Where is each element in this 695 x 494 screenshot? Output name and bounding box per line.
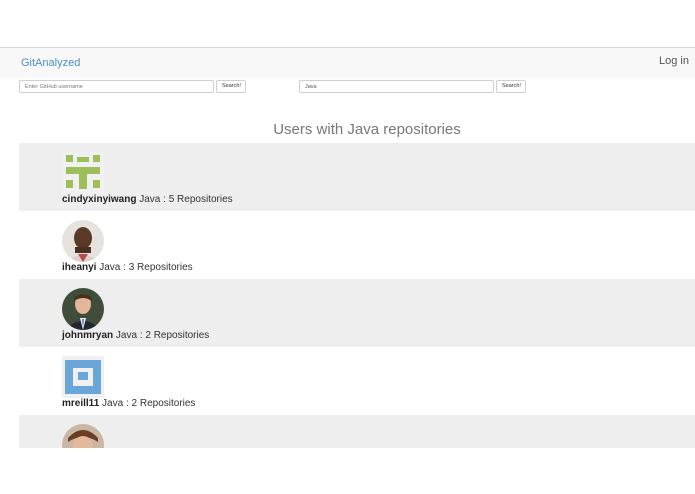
language-label: Java: [99, 262, 121, 273]
repo-count: : 2 Repositories: [125, 398, 196, 409]
username-link[interactable]: johnmryan: [62, 330, 113, 341]
username-search-input[interactable]: Enter GitHub username: [19, 80, 214, 93]
user-caption: cindyxinyiwang Java : 5 Repositories: [62, 194, 233, 205]
username-link[interactable]: cindyxinyiwang: [62, 194, 136, 205]
language-label: Java: [139, 194, 161, 205]
repo-count: : 5 Repositories: [163, 194, 233, 205]
user-photo-avatar[interactable]: [62, 288, 104, 330]
user-photo-avatar[interactable]: [62, 424, 104, 448]
repo-count: : 3 Repositories: [123, 262, 193, 273]
username-search-button[interactable]: Search!: [216, 80, 246, 93]
page-title: Users with Java repositories: [273, 121, 461, 138]
list-item[interactable]: mreill11 Java : 2 Repositories: [19, 347, 695, 415]
repo-count: : 2 Repositories: [139, 330, 210, 341]
login-link[interactable]: Log in: [659, 55, 689, 67]
user-list: cindyxinyiwang Java : 5 Repositories ihe…: [19, 143, 695, 448]
username-link[interactable]: mreill11: [62, 398, 99, 409]
list-item[interactable]: [19, 415, 695, 448]
list-item[interactable]: iheanyi Java : 3 Repositories: [19, 211, 695, 279]
language-search-input[interactable]: Java: [299, 80, 494, 93]
language-label: Java: [115, 330, 138, 341]
identicon-blue-avatar[interactable]: [62, 356, 104, 398]
list-item[interactable]: johnmryan Java : 2 Repositories: [19, 279, 695, 347]
list-item[interactable]: cindyxinyiwang Java : 5 Repositories: [19, 143, 695, 211]
brand-link[interactable]: GitAnalyzed: [21, 57, 80, 69]
navbar: GitAnalyzed Log in: [0, 47, 695, 78]
user-caption: johnmryan Java : 2 Repositories: [62, 330, 209, 341]
identicon-green-avatar[interactable]: [62, 152, 104, 194]
language-search-button[interactable]: Search!: [496, 80, 526, 93]
user-caption: mreill11 Java : 2 Repositories: [62, 398, 195, 409]
username-link[interactable]: iheanyi: [62, 262, 96, 273]
user-caption: iheanyi Java : 3 Repositories: [62, 262, 193, 273]
language-label: Java: [102, 398, 124, 409]
user-photo-avatar[interactable]: [62, 220, 104, 262]
